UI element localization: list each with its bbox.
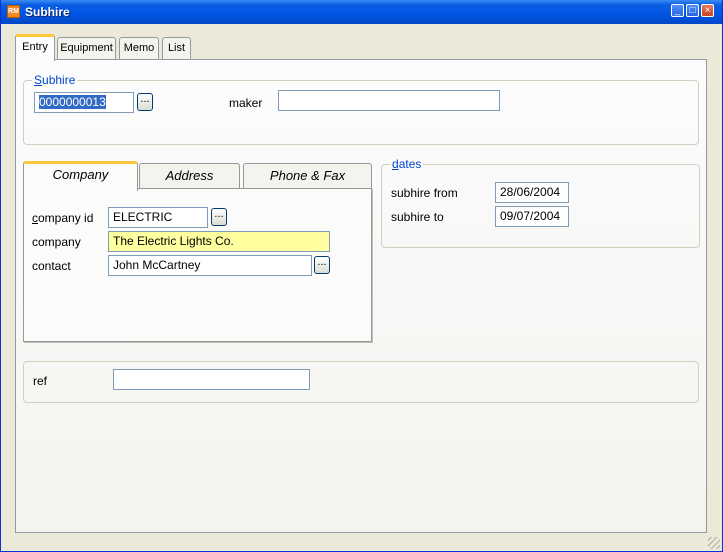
subhire-to-label: subhire to bbox=[391, 210, 444, 224]
maker-field[interactable] bbox=[278, 90, 500, 111]
close-button[interactable]: × bbox=[701, 4, 714, 17]
company-label: company bbox=[32, 235, 81, 249]
dates-legend: dates bbox=[390, 157, 424, 171]
tab-entry[interactable]: Entry bbox=[15, 34, 55, 61]
subhire-id-field[interactable]: 0000000013 bbox=[34, 92, 134, 113]
app-icon: RM bbox=[7, 5, 20, 18]
subhire-from-label: subhire from bbox=[391, 186, 458, 200]
tab-memo[interactable]: Memo bbox=[119, 37, 159, 59]
window-title: Subhire bbox=[25, 5, 70, 19]
close-icon: × bbox=[704, 5, 711, 16]
resize-grip[interactable] bbox=[708, 537, 720, 549]
subtab-company[interactable]: Company bbox=[23, 161, 138, 191]
maker-label: maker bbox=[229, 96, 263, 110]
tab-list[interactable]: List bbox=[162, 37, 191, 59]
subhire-from-field[interactable]: 28/06/2004 bbox=[495, 182, 569, 203]
subhire-to-field[interactable]: 09/07/2004 bbox=[495, 206, 569, 227]
company-id-lookup-button[interactable]: ... bbox=[211, 208, 227, 226]
contact-lookup-button[interactable]: ... bbox=[314, 256, 330, 274]
minimize-button[interactable]: _ bbox=[671, 4, 684, 17]
title-bar[interactable]: RM Subhire _ □ × bbox=[1, 0, 722, 24]
maximize-icon: □ bbox=[689, 5, 696, 16]
ref-label: ref bbox=[33, 374, 48, 388]
ref-field[interactable] bbox=[113, 369, 310, 390]
subtab-phone-fax[interactable]: Phone & Fax bbox=[243, 163, 372, 189]
maximize-button[interactable]: □ bbox=[686, 4, 699, 17]
company-id-field[interactable]: ELECTRIC bbox=[108, 207, 208, 228]
subhire-lookup-button[interactable]: ... bbox=[137, 93, 153, 111]
contact-field[interactable]: John McCartney bbox=[108, 255, 312, 276]
subhire-id-value: 0000000013 bbox=[39, 95, 106, 109]
company-field[interactable]: The Electric Lights Co. bbox=[108, 231, 330, 252]
tab-equipment[interactable]: Equipment bbox=[57, 37, 116, 59]
subhire-window: RM Subhire _ □ × Entry Equipment Memo Li… bbox=[0, 0, 723, 552]
contact-label: contact bbox=[32, 259, 71, 273]
company-id-label: company id bbox=[32, 211, 94, 225]
subhire-legend: Subhire bbox=[32, 73, 78, 87]
subtab-address[interactable]: Address bbox=[139, 163, 240, 189]
minimize-icon: _ bbox=[674, 5, 681, 16]
